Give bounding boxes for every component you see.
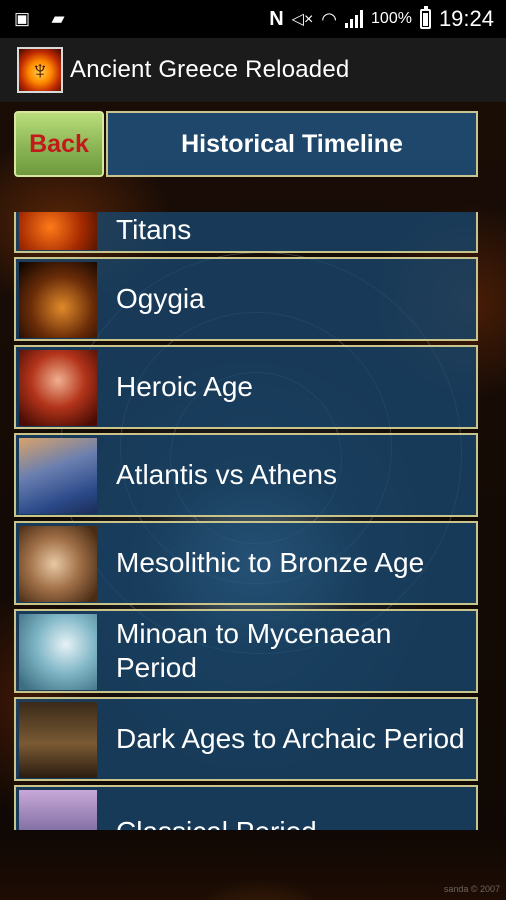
signal-icon <box>345 10 364 28</box>
page-title: Historical Timeline <box>106 111 478 177</box>
list-item[interactable]: Mesolithic to Bronze Age <box>14 521 478 605</box>
wifi-icon: ◠ <box>321 8 338 29</box>
list-item-label: Ogygia <box>116 283 205 314</box>
list-item-label: Mesolithic to Bronze Age <box>116 547 425 578</box>
back-button[interactable]: Back <box>14 111 104 177</box>
list-item[interactable]: Titans <box>14 212 478 253</box>
mesolithic-thumbnail <box>19 526 97 602</box>
atlantis-thumbnail <box>19 438 97 514</box>
status-bar: ▣ ▰ N ◁× ◠ 100% 19:24 <box>0 0 506 38</box>
clock: 19:24 <box>438 6 494 31</box>
titans-thumbnail <box>19 212 97 250</box>
heroic-age-thumbnail <box>19 350 97 426</box>
status-right-group: N ◁× ◠ 100% 19:24 <box>269 0 494 38</box>
dark-ages-thumbnail <box>19 702 97 778</box>
list-item[interactable]: Classical Period <box>14 785 478 830</box>
watermark: sanda © 2007 <box>443 884 500 894</box>
battery-icon <box>419 6 431 29</box>
list-item-label: Minoan to Mycenaean Period <box>116 618 392 683</box>
mute-icon: ◁× <box>291 11 314 28</box>
timeline-list[interactable]: Titans Ogygia Heroic Age Atlantis vs Ath… <box>14 212 480 830</box>
app-title: Ancient Greece Reloaded <box>70 56 350 83</box>
phoenix-icon[interactable]: ♆ <box>17 47 63 93</box>
list-item-label: Heroic Age <box>116 371 253 402</box>
ogygia-thumbnail <box>19 262 97 338</box>
list-item[interactable]: Minoan to Mycenaean Period <box>14 609 478 693</box>
bottom-artwork: sanda © 2007 <box>0 830 506 900</box>
list-item-label: Classical Period <box>116 787 466 830</box>
battery-percent: 100% <box>371 10 412 27</box>
list-item-label: Dark Ages to Archaic Period <box>116 723 465 754</box>
briefcase-icon: ▰ <box>51 9 65 28</box>
list-item[interactable]: Atlantis vs Athens <box>14 433 478 517</box>
list-item-label: Atlantis vs Athens <box>116 459 338 490</box>
nfc-icon: N <box>269 7 284 30</box>
list-item[interactable]: Heroic Age <box>14 345 478 429</box>
list-item-label: Titans <box>116 214 192 245</box>
list-item[interactable]: Dark Ages to Archaic Period <box>14 697 478 781</box>
image-icon: ▣ <box>13 9 31 28</box>
list-item[interactable]: Ogygia <box>14 257 478 341</box>
minoan-thumbnail <box>19 614 97 690</box>
classical-thumbnail <box>19 790 97 830</box>
